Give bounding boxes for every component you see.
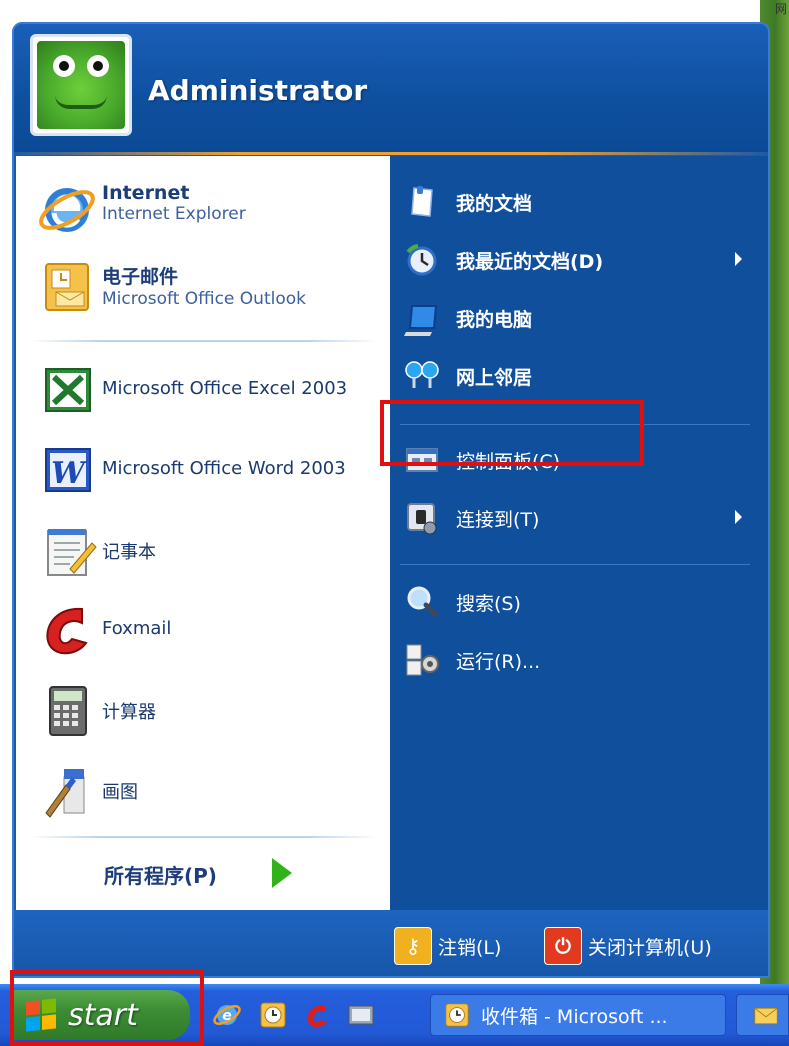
shutdown-label: 关闭计算机(U) bbox=[588, 936, 712, 959]
internet-explorer-icon bbox=[39, 188, 95, 232]
outlook-icon bbox=[45, 263, 89, 311]
recent-label: Foxmail bbox=[102, 618, 172, 639]
recent-notepad[interactable]: 记事本 bbox=[16, 516, 390, 584]
pinned-email[interactable]: 电子邮件 Microsoft Office Outlook bbox=[16, 254, 390, 322]
recent-documents-icon bbox=[406, 244, 437, 276]
shutdown-button[interactable]: ⏻ 关闭计算机(U) bbox=[544, 926, 712, 966]
green-arrow-icon bbox=[272, 858, 292, 888]
my-computer-label: 我的电脑 bbox=[456, 309, 533, 331]
power-icon: ⏻ bbox=[544, 927, 582, 965]
my-documents-label: 我的文档 bbox=[456, 193, 533, 215]
recent-calculator[interactable]: 计算器 bbox=[16, 676, 390, 744]
notepad-icon bbox=[47, 529, 97, 576]
separator bbox=[28, 836, 378, 838]
recent-excel[interactable]: Microsoft Office Excel 2003 bbox=[16, 356, 390, 424]
my-documents-icon bbox=[411, 186, 433, 217]
word-icon: W bbox=[45, 448, 91, 492]
places-column: 我的文档 我最近的文档(D) 我的电脑 网上邻居 控制面板(C) 连接到(T) … bbox=[390, 156, 768, 910]
separator bbox=[400, 424, 750, 425]
recent-foxmail[interactable]: Foxmail bbox=[16, 596, 390, 664]
taskbar-mail-button[interactable] bbox=[736, 994, 789, 1036]
all-programs-label: 所有程序(P) bbox=[104, 864, 217, 888]
recent-label: Microsoft Office Excel 2003 bbox=[102, 378, 348, 399]
search-icon bbox=[407, 586, 439, 618]
pinned-subtitle: Internet Explorer bbox=[102, 204, 246, 224]
my-computer-item[interactable]: 我的电脑 bbox=[390, 294, 768, 342]
network-places-item[interactable]: 网上邻居 bbox=[390, 352, 768, 400]
pinned-title: Internet bbox=[102, 182, 190, 204]
connect-to-icon bbox=[407, 503, 437, 535]
paint-icon bbox=[45, 769, 85, 818]
control-panel-item[interactable]: 控制面板(C) bbox=[390, 436, 768, 484]
search-label: 搜索(S) bbox=[456, 593, 521, 615]
excel-icon bbox=[45, 368, 91, 412]
separator bbox=[400, 564, 750, 565]
pinned-title: 电子邮件 bbox=[102, 266, 179, 288]
logoff-button[interactable]: ⚷ 注销(L) bbox=[394, 926, 501, 966]
recent-label: 记事本 bbox=[102, 542, 156, 563]
network-places-label: 网上邻居 bbox=[456, 367, 533, 389]
mail-icon bbox=[754, 1007, 778, 1025]
taskbar-outlook-button[interactable]: 收件箱 - Microsoft ... bbox=[430, 994, 726, 1036]
all-programs-button[interactable]: 所有程序(P) bbox=[16, 856, 390, 892]
recent-paint[interactable]: 画图 bbox=[16, 756, 390, 824]
foxmail-icon bbox=[46, 607, 88, 655]
internet-explorer-icon[interactable]: e bbox=[212, 1000, 242, 1030]
connect-to-label: 连接到(T) bbox=[456, 509, 540, 531]
taskbar-button-label: 收件箱 - Microsoft ... bbox=[481, 1005, 668, 1028]
my-computer-icon bbox=[404, 305, 438, 336]
pinned-subtitle: Microsoft Office Outlook bbox=[102, 289, 306, 309]
clock-icon[interactable] bbox=[258, 1000, 288, 1030]
run-label: 运行(R)... bbox=[456, 651, 541, 673]
search-item[interactable]: 搜索(S) bbox=[390, 578, 768, 626]
start-button-highlight bbox=[10, 970, 204, 1046]
key-icon: ⚷ bbox=[394, 927, 432, 965]
logoff-label: 注销(L) bbox=[438, 936, 502, 959]
run-icon bbox=[406, 644, 439, 676]
outlook-icon bbox=[445, 1003, 469, 1027]
run-item[interactable]: 运行(R)... bbox=[390, 636, 768, 684]
recent-word[interactable]: W Microsoft Office Word 2003 bbox=[16, 436, 390, 504]
start-menu-header: Administrator bbox=[14, 24, 768, 154]
header-divider bbox=[14, 152, 768, 155]
control-panel-label: 控制面板(C) bbox=[456, 451, 561, 473]
programs-column: Internet Internet Explorer 电子邮件 Microsof… bbox=[16, 156, 390, 910]
recent-label: 画图 bbox=[102, 782, 138, 803]
recent-label: Microsoft Office Word 2003 bbox=[102, 458, 346, 479]
recent-label: 计算器 bbox=[102, 702, 156, 723]
desktop-icon[interactable] bbox=[346, 1000, 376, 1030]
start-menu: Administrator Internet Internet Explorer bbox=[12, 22, 770, 978]
submenu-arrow-icon bbox=[735, 252, 742, 266]
user-name: Administrator bbox=[148, 74, 368, 107]
calculator-icon bbox=[49, 686, 87, 736]
svg-text:e: e bbox=[222, 1008, 232, 1024]
recent-documents-label: 我最近的文档(D) bbox=[456, 251, 604, 273]
user-avatar[interactable] bbox=[30, 34, 132, 136]
network-places-icon bbox=[405, 361, 439, 388]
control-panel-icon bbox=[406, 448, 438, 472]
submenu-arrow-icon bbox=[735, 510, 742, 524]
connect-to-item[interactable]: 连接到(T) bbox=[390, 494, 768, 542]
svg-text:W: W bbox=[51, 456, 88, 491]
start-menu-footer: ⚷ 注销(L) ⏻ 关闭计算机(U) bbox=[14, 910, 768, 976]
pinned-internet-explorer[interactable]: Internet Internet Explorer bbox=[16, 174, 390, 242]
desktop-label: 网 bbox=[774, 2, 787, 16]
my-documents-item[interactable]: 我的文档 bbox=[390, 178, 768, 226]
foxmail-icon[interactable] bbox=[302, 1000, 332, 1030]
frog-avatar-icon bbox=[37, 41, 125, 129]
separator bbox=[28, 340, 378, 342]
recent-documents-item[interactable]: 我最近的文档(D) bbox=[390, 236, 768, 284]
